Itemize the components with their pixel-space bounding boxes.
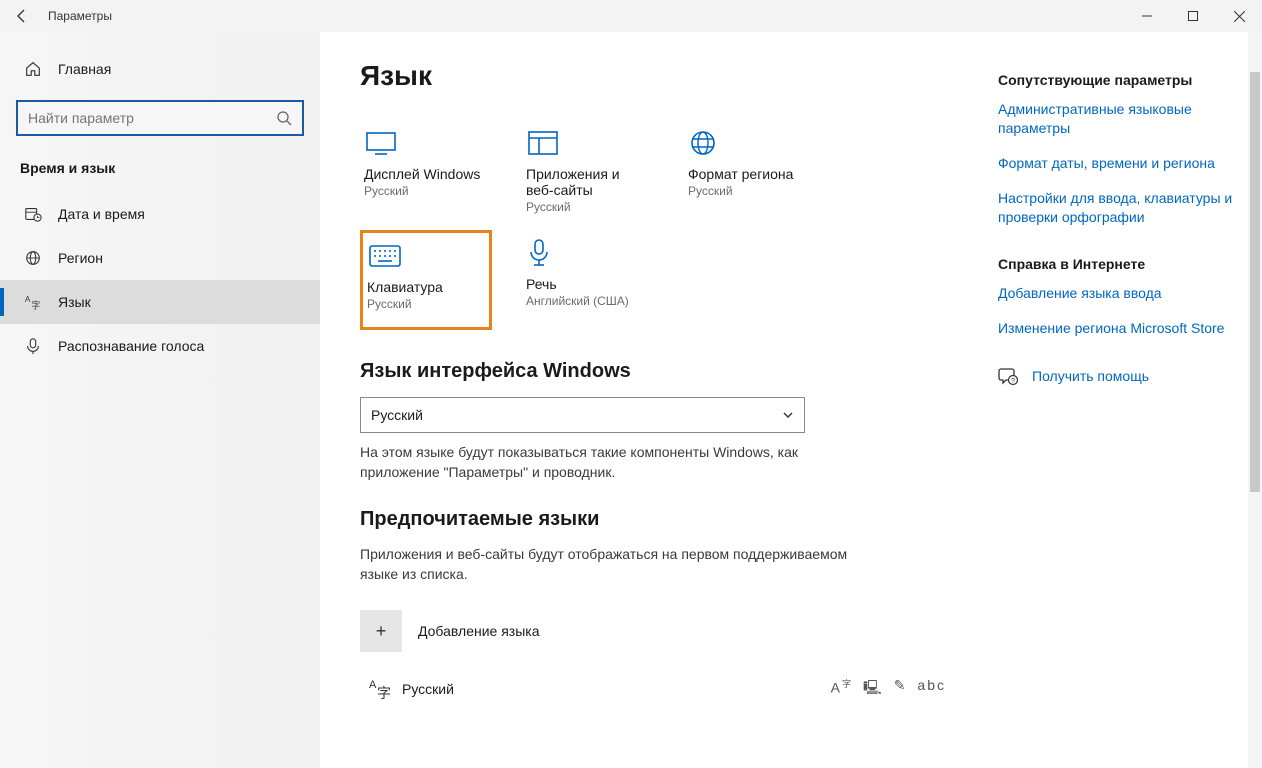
- svg-text:字: 字: [31, 299, 40, 310]
- globe-icon: [688, 126, 812, 160]
- language-row[interactable]: A字 Русский A字 🖳 ✎ abc: [360, 670, 952, 708]
- tile-subtitle: Русский: [526, 200, 650, 214]
- microphone-icon: [24, 337, 42, 355]
- tile-title: Дисплей Windows: [364, 166, 488, 182]
- windows-panels-icon: [526, 126, 650, 160]
- sidebar-item-language[interactable]: A字 Язык: [0, 280, 320, 324]
- sidebar: Главная Время и язык Дата и время Регион…: [0, 32, 320, 768]
- sidebar-item-label: Язык: [58, 294, 91, 310]
- page-title: Язык: [360, 60, 952, 92]
- scrollbar[interactable]: [1248, 32, 1262, 768]
- minimize-button[interactable]: [1124, 0, 1170, 32]
- search-input[interactable]: [28, 110, 276, 126]
- calendar-clock-icon: [24, 205, 42, 223]
- tile-title: Клавиатура: [367, 279, 485, 295]
- tile-display[interactable]: Дисплей Windows Русский: [360, 120, 492, 220]
- get-help-label: Получить помощь: [1032, 368, 1149, 384]
- globe-icon: [24, 249, 42, 267]
- tile-subtitle: Английский (США): [526, 294, 650, 308]
- microphone-icon: [526, 236, 650, 270]
- tile-title: Формат региона: [688, 166, 812, 182]
- related-link[interactable]: Административные языковые параметры: [998, 100, 1244, 138]
- sidebar-search[interactable]: [16, 100, 304, 136]
- maximize-button[interactable]: [1170, 0, 1216, 32]
- display-language-select[interactable]: Русский: [360, 397, 805, 433]
- spellcheck-badge-icon: abc: [917, 677, 946, 701]
- home-icon: [24, 60, 42, 78]
- search-icon: [276, 110, 292, 126]
- tile-title: Речь: [526, 276, 650, 292]
- tile-subtitle: Русский: [688, 184, 812, 198]
- help-link[interactable]: Изменение региона Microsoft Store: [998, 319, 1244, 338]
- tile-subtitle: Русский: [364, 184, 488, 198]
- language-icon: A字: [360, 676, 402, 702]
- related-panel: Сопутствующие параметры Административные…: [992, 32, 1262, 768]
- get-help-link[interactable]: ? Получить помощь: [998, 366, 1244, 386]
- scrollbar-thumb[interactable]: [1250, 72, 1260, 492]
- svg-text:字: 字: [377, 685, 391, 701]
- sidebar-home[interactable]: Главная: [0, 50, 320, 88]
- sidebar-home-label: Главная: [58, 61, 111, 77]
- sidebar-item-label: Дата и время: [58, 206, 145, 222]
- tile-apps-websites[interactable]: Приложения и веб-сайты Русский: [522, 120, 654, 220]
- related-heading: Сопутствующие параметры: [998, 72, 1244, 88]
- add-language-label: Добавление языка: [418, 623, 540, 639]
- tile-speech[interactable]: Речь Английский (США): [522, 230, 654, 330]
- language-icon: A字: [24, 293, 42, 311]
- sidebar-item-speech[interactable]: Распознавание голоса: [0, 324, 320, 368]
- tile-region-format[interactable]: Формат региона Русский: [684, 120, 816, 220]
- svg-text:A: A: [369, 679, 377, 691]
- close-button[interactable]: [1216, 0, 1262, 32]
- handwriting-badge-icon: ✎: [894, 677, 908, 701]
- chat-help-icon: ?: [998, 366, 1018, 386]
- back-button[interactable]: [0, 0, 44, 32]
- monitor-icon: [364, 126, 488, 160]
- related-link[interactable]: Формат даты, времени и региона: [998, 154, 1244, 173]
- keyboard-icon: [367, 239, 485, 273]
- preferred-languages-heading: Предпочитаемые языки: [360, 508, 952, 531]
- sidebar-group-heading: Время и язык: [0, 154, 320, 192]
- window-controls: [1124, 0, 1262, 32]
- language-name: Русский: [402, 681, 831, 697]
- add-language-button[interactable]: + Добавление языка: [360, 610, 952, 652]
- window-title: Параметры: [44, 9, 112, 23]
- svg-text:?: ?: [1011, 378, 1015, 385]
- help-link[interactable]: Добавление языка ввода: [998, 284, 1244, 303]
- language-feature-badges: A字 🖳 ✎ abc: [831, 677, 952, 701]
- display-language-value: Русский: [371, 407, 423, 423]
- content-area: Язык Дисплей Windows Русский Приложения …: [320, 32, 992, 768]
- svg-text:A: A: [25, 295, 31, 304]
- tts-badge-icon: 🖳: [863, 677, 884, 701]
- sidebar-item-datetime[interactable]: Дата и время: [0, 192, 320, 236]
- sidebar-item-region[interactable]: Регион: [0, 236, 320, 280]
- chevron-down-icon: [782, 409, 794, 421]
- sidebar-item-label: Распознавание голоса: [58, 338, 204, 354]
- tile-subtitle: Русский: [367, 297, 485, 311]
- display-language-desc: На этом языке будут показываться такие к…: [360, 443, 880, 482]
- tile-title: Приложения и веб-сайты: [526, 166, 650, 198]
- display-badge-icon: A字: [831, 677, 853, 701]
- help-heading: Справка в Интернете: [998, 256, 1244, 272]
- plus-icon: +: [360, 610, 402, 652]
- display-language-heading: Язык интерфейса Windows: [360, 360, 952, 383]
- related-link[interactable]: Настройки для ввода, клавиатуры и провер…: [998, 189, 1244, 227]
- titlebar: Параметры: [0, 0, 1262, 32]
- tile-keyboard[interactable]: Клавиатура Русский: [360, 230, 492, 330]
- preferred-languages-desc: Приложения и веб-сайты будут отображатьс…: [360, 545, 880, 584]
- sidebar-item-label: Регион: [58, 250, 103, 266]
